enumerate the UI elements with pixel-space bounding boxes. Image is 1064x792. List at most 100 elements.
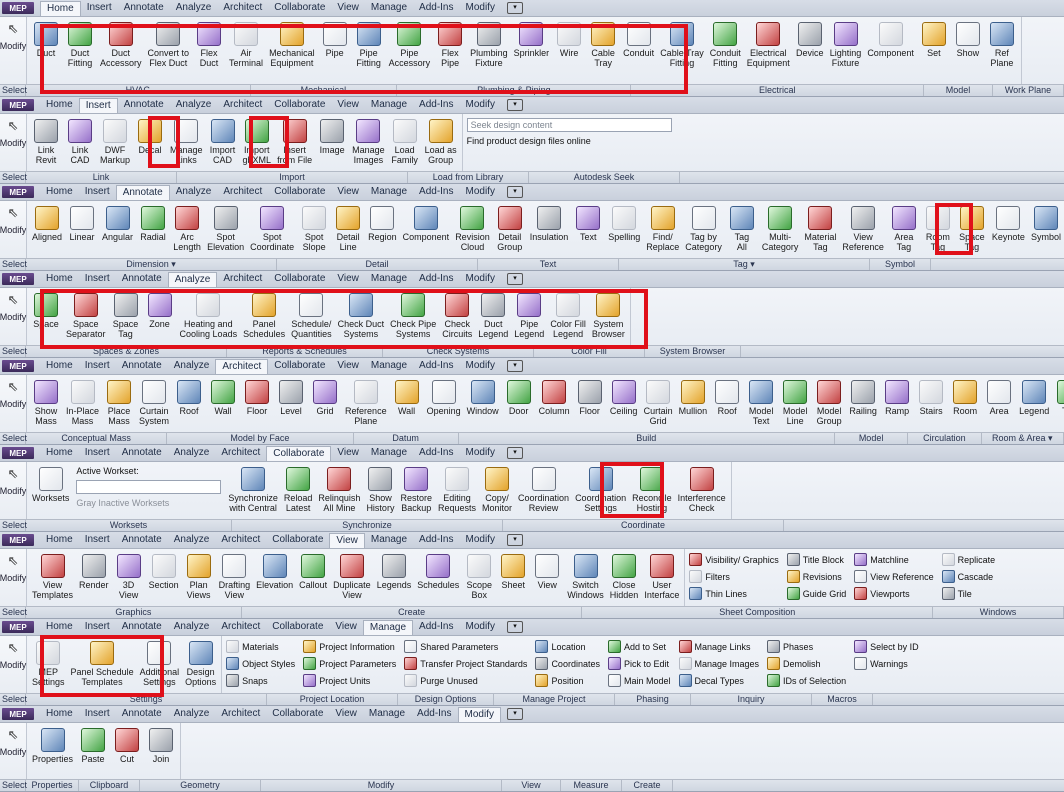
- tab-architect[interactable]: Architect: [217, 271, 268, 287]
- tool-electrical-equipment[interactable]: Electrical Equipment: [744, 17, 793, 68]
- tool-duct-fitting[interactable]: Duct Fitting: [63, 17, 97, 68]
- quick-access-dropdown-icon[interactable]: ▾: [506, 447, 523, 459]
- tool-set-workplane[interactable]: Set: [917, 17, 951, 58]
- tab-collaborate[interactable]: Collaborate: [266, 532, 329, 548]
- tool-wire[interactable]: Wire: [552, 17, 586, 58]
- tool-scope-box[interactable]: Scope Box: [462, 549, 496, 600]
- tool-wall[interactable]: Wall: [390, 375, 424, 416]
- tool-import-gbxml[interactable]: Import gbXML: [240, 114, 275, 165]
- tab-manage[interactable]: Manage: [363, 706, 411, 722]
- tool-roof[interactable]: Roof: [710, 375, 744, 416]
- panel-title[interactable]: Text: [478, 259, 619, 270]
- tab-manage[interactable]: Manage: [365, 271, 413, 287]
- panel-title[interactable]: Link: [26, 172, 177, 183]
- tool-column[interactable]: Column: [536, 375, 573, 416]
- tool-window[interactable]: Window: [464, 375, 502, 416]
- tab-view[interactable]: View: [329, 533, 365, 548]
- tool-copy-monitor[interactable]: Copy/ Monitor: [479, 462, 515, 513]
- app-menu-logo[interactable]: MEP: [2, 273, 34, 285]
- tab-manage[interactable]: Manage: [365, 358, 413, 374]
- tool-legends[interactable]: Legends: [374, 549, 415, 590]
- tool-text[interactable]: Text: [571, 201, 605, 242]
- tool-pipe-accessory[interactable]: Pipe Accessory: [386, 17, 434, 68]
- tool-close-hidden[interactable]: Close Hidden: [607, 549, 642, 600]
- tool-coordination-settings[interactable]: Coordination Settings: [572, 462, 629, 513]
- panel-title[interactable]: Coordinate: [503, 520, 784, 531]
- panel-title[interactable]: Phasing: [615, 694, 691, 705]
- tool-component[interactable]: Component: [864, 17, 917, 58]
- panel-title[interactable]: Electrical: [631, 85, 925, 96]
- tab-collaborate[interactable]: Collaborate: [268, 97, 331, 113]
- small-tool-warnings[interactable]: Warnings: [854, 657, 919, 670]
- tab-modify[interactable]: Modify: [460, 184, 501, 200]
- tab-view[interactable]: View: [331, 358, 365, 374]
- tool-import-cad[interactable]: Import CAD: [206, 114, 240, 165]
- tab-add-ins[interactable]: Add-Ins: [413, 271, 459, 287]
- tab-analyze[interactable]: Analyze: [168, 532, 216, 548]
- tool-device[interactable]: Device: [793, 17, 827, 58]
- tab-modify[interactable]: Modify: [460, 0, 501, 16]
- tool-area-tag[interactable]: Area Tag: [887, 201, 921, 252]
- modify-tool[interactable]: ⇖ Modify: [0, 114, 27, 171]
- panel-title[interactable]: Circulation: [908, 433, 982, 444]
- tab-modify[interactable]: Modify: [460, 271, 501, 287]
- small-tool-replicate[interactable]: Replicate: [941, 553, 995, 566]
- app-menu-logo[interactable]: MEP: [2, 621, 34, 633]
- tool-insulation[interactable]: Insulation: [527, 201, 572, 242]
- tool-model-text[interactable]: Model Text: [744, 375, 778, 426]
- tool-space-tag[interactable]: Space Tag: [109, 288, 143, 339]
- tool-lighting-fixture[interactable]: Lighting Fixture: [827, 17, 865, 68]
- panel-title[interactable]: HVAC: [26, 85, 251, 96]
- tab-analyze[interactable]: Analyze: [170, 184, 218, 200]
- tab-view[interactable]: View: [331, 97, 365, 113]
- select-panel-title[interactable]: Select: [0, 259, 27, 270]
- tool-model-line[interactable]: Model Line: [778, 375, 812, 426]
- tool-tag[interactable]: Tag: [1052, 375, 1064, 416]
- modify-tool[interactable]: ⇖ Modify: [0, 723, 27, 779]
- tool-schedule-quantities[interactable]: Schedule/ Quantities: [288, 288, 335, 339]
- tool-region[interactable]: Region: [365, 201, 400, 242]
- tab-modify[interactable]: Modify: [460, 532, 501, 548]
- tab-home[interactable]: Home: [40, 97, 79, 113]
- tab-home[interactable]: Home: [40, 1, 81, 16]
- panel-title[interactable]: Design Options: [398, 694, 494, 705]
- tab-insert[interactable]: Insert: [79, 358, 116, 374]
- panel-title[interactable]: Room & Area ▾: [982, 433, 1064, 444]
- small-tool-add-to-set[interactable]: Add to Set: [607, 640, 671, 653]
- tool-duct-legend[interactable]: Duct Legend: [475, 288, 511, 339]
- tool-coordination-review[interactable]: Coordination Review: [515, 462, 572, 513]
- tab-modify[interactable]: Modify: [460, 445, 501, 461]
- tool-design-options[interactable]: Design Options: [182, 636, 219, 687]
- tab-analyze[interactable]: Analyze: [170, 97, 218, 113]
- tab-modify[interactable]: Modify: [460, 619, 501, 635]
- tool-ref-plane[interactable]: Ref Plane: [985, 17, 1019, 68]
- tool-show-history[interactable]: Show History: [363, 462, 397, 513]
- tool-legend[interactable]: Legend: [1016, 375, 1052, 416]
- tool-multi-category[interactable]: Multi- Category: [759, 201, 802, 252]
- tool-editing-requests[interactable]: Editing Requests: [435, 462, 479, 513]
- tool-ramp[interactable]: Ramp: [880, 375, 914, 416]
- tool-room[interactable]: Room: [948, 375, 982, 416]
- small-tool-pick-to-edit[interactable]: Pick to Edit: [607, 657, 671, 670]
- active-workset-dropdown[interactable]: [76, 480, 222, 494]
- tool-user-interface[interactable]: User Interface: [641, 549, 682, 600]
- tab-collaborate[interactable]: Collaborate: [266, 706, 329, 722]
- tool-flex-pipe[interactable]: Flex Pipe: [433, 17, 467, 68]
- tool-ceiling[interactable]: Ceiling: [607, 375, 641, 416]
- tab-manage[interactable]: Manage: [365, 532, 413, 548]
- tool-view[interactable]: View: [530, 549, 564, 590]
- tool-manage-links[interactable]: Manage Links: [167, 114, 206, 165]
- tool-tag-all[interactable]: Tag All: [725, 201, 759, 252]
- panel-title[interactable]: Conceptual Mass: [26, 433, 168, 444]
- tab-analyze[interactable]: Analyze: [168, 358, 216, 374]
- small-tool-select-by-id[interactable]: Select by ID: [854, 640, 919, 653]
- tab-add-ins[interactable]: Add-Ins: [413, 184, 459, 200]
- tool-railing[interactable]: Railing: [846, 375, 880, 416]
- app-menu-logo[interactable]: MEP: [2, 534, 34, 546]
- modify-tool[interactable]: ⇖ Modify: [0, 549, 27, 606]
- tool-show-workplane[interactable]: Show: [951, 17, 985, 58]
- seek-search-input[interactable]: Seek design content: [466, 118, 672, 132]
- tab-add-ins[interactable]: Add-Ins: [413, 619, 459, 635]
- panel-title[interactable]: Measure: [561, 780, 622, 791]
- panel-title[interactable]: Dimension ▾: [26, 259, 277, 270]
